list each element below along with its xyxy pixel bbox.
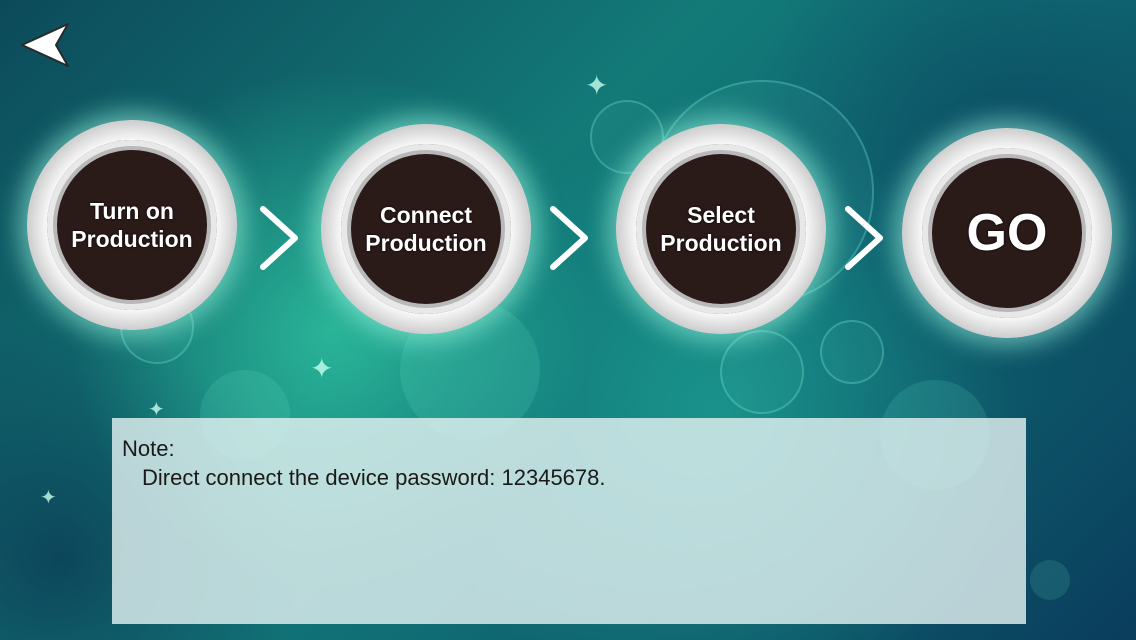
chevron-right-icon bbox=[840, 203, 890, 273]
back-button[interactable] bbox=[18, 20, 72, 70]
step-label: Turn on Production bbox=[71, 198, 193, 252]
back-arrow-icon bbox=[21, 23, 69, 67]
step-connect-production[interactable]: Connect Production bbox=[321, 124, 531, 334]
step-circle: GO bbox=[922, 148, 1092, 318]
note-text: Direct connect the device password: 1234… bbox=[142, 465, 606, 490]
bokeh-circle bbox=[820, 320, 884, 384]
sparkle-icon: ✦ bbox=[148, 399, 165, 421]
bokeh-circle bbox=[1030, 560, 1070, 600]
note-panel: Note: Direct connect the device password… bbox=[112, 418, 1026, 624]
step-circle: Connect Production bbox=[341, 144, 511, 314]
sparkle-icon: ✦ bbox=[310, 353, 334, 384]
chevron-right-icon bbox=[545, 203, 595, 273]
bokeh-circle bbox=[720, 330, 804, 414]
step-circle: Select Production bbox=[636, 144, 806, 314]
chevron-right-icon bbox=[255, 203, 305, 273]
go-label: GO bbox=[966, 204, 1048, 262]
go-button[interactable]: GO bbox=[902, 128, 1112, 338]
step-turn-on-production[interactable]: Turn on Production bbox=[27, 120, 237, 330]
note-title: Note: bbox=[122, 436, 175, 461]
step-label: Select Production bbox=[660, 202, 782, 256]
step-label: Connect Production bbox=[365, 202, 487, 256]
sparkle-icon: ✦ bbox=[585, 70, 609, 101]
step-select-production[interactable]: Select Production bbox=[616, 124, 826, 334]
step-circle: Turn on Production bbox=[47, 140, 217, 310]
sparkle-icon: ✦ bbox=[40, 487, 57, 509]
